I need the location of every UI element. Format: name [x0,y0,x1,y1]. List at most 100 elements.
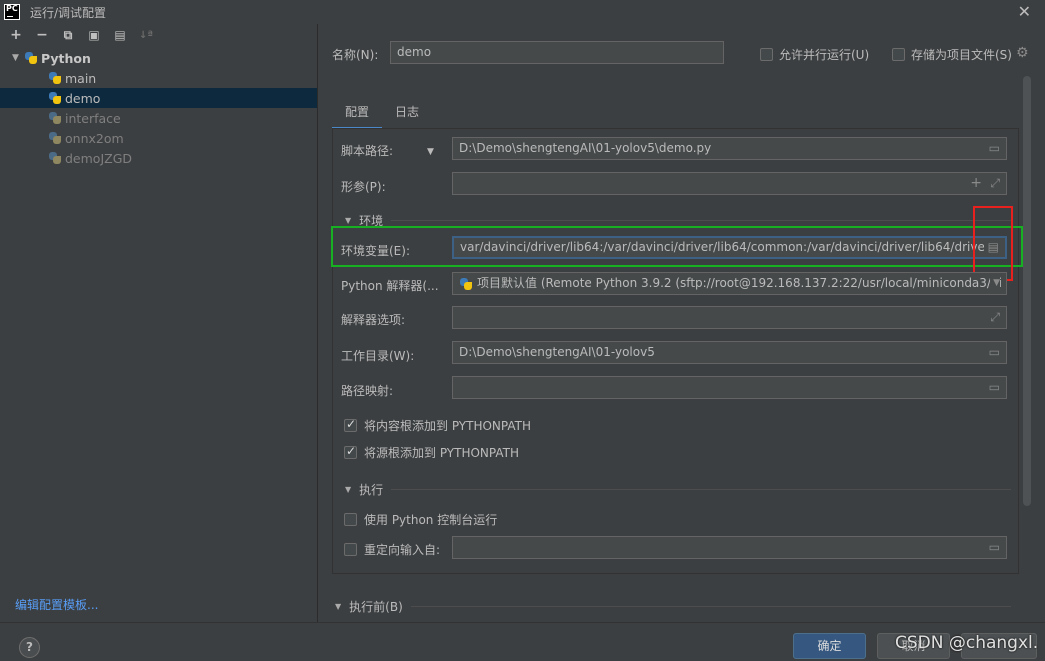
exec-section-header[interactable]: ▼ 执行 [345,481,1012,498]
config-toolbar: + − ⧉ ▣ ▤ ↓ª [0,24,317,46]
tree-item-label: main [65,70,97,86]
folder-icon[interactable]: ▤ [112,27,128,43]
add-icon[interactable]: + [8,27,24,43]
sort-icon[interactable]: ↓ª [138,27,154,43]
chevron-down-icon[interactable]: ▼ [990,273,1000,294]
chevron-down-icon[interactable]: ▼ [12,53,24,63]
tree-item-demo[interactable]: demo [0,88,317,108]
tree-item-main[interactable]: main [0,68,317,88]
close-icon[interactable]: ✕ [1018,0,1031,24]
config-tree: ▼ Python main demo interface onnx2om dem… [0,48,317,168]
folder-icon[interactable]: ▭ [989,537,1000,558]
edit-templates-link[interactable]: 编辑配置模板... [15,596,98,613]
add-content-roots-checkbox[interactable] [344,417,357,432]
name-input[interactable]: demo [390,41,724,64]
tree-item-label: Python [41,50,91,66]
python-icon [48,151,62,165]
window-title: 运行/调试配置 [30,5,107,20]
tree-item-interface[interactable]: interface [0,108,317,128]
tab-log[interactable]: 日志 [382,102,432,130]
python-icon [48,91,62,105]
chevron-down-icon[interactable]: ▼ [345,485,351,494]
tree-item-label: onnx2om [65,130,124,146]
tree-item-onnx2om[interactable]: onnx2om [0,128,317,148]
interpreter-value: 项目默认值 (Remote Python 3.9.2 (sftp://root@… [477,276,1002,290]
title-bar: PC 运行/调试配置 ✕ [0,0,1045,24]
highlight-red-box [973,206,1013,281]
config-form-panel: 名称(N): demo 允许并行运行(U) 存储为项目文件(S) ⚙ 配置 日志… [319,24,1045,622]
add-source-roots-option[interactable]: 将源根添加到 PYTHONPATH [344,444,519,461]
before-launch-label: 执行前(B) [349,600,403,614]
scrollbar[interactable] [1023,76,1031,506]
tree-item-python[interactable]: ▼ Python [0,48,317,68]
interpreter-select[interactable]: 项目默认值 (Remote Python 3.9.2 (sftp://root@… [452,272,1007,295]
expand-icon[interactable]: ⤢ [990,307,1000,328]
copy-icon[interactable]: ⧉ [60,27,76,43]
python-icon [459,277,473,291]
divider [391,489,1012,490]
interpreter-label: Python 解释器(... [341,279,439,293]
watermark: CSDN @changxl. [895,633,1039,653]
script-path-field[interactable]: D:\Demo\shengtengAI\01-yolov5\demo.py ▭ [452,137,1007,160]
store-project-option[interactable]: 存储为项目文件(S) [892,46,1012,63]
interp-options-label: 解释器选项: [341,313,406,327]
path-mapping-field[interactable]: ▭ [452,376,1007,399]
params-field[interactable]: + ⤢ [452,172,1007,195]
highlight-green-box [331,226,1023,267]
remove-icon[interactable]: − [34,27,50,43]
help-button[interactable]: ? [19,637,40,658]
redirect-input-option[interactable]: 重定向输入自: [344,541,440,558]
allow-parallel-checkbox[interactable] [760,48,773,61]
add-content-roots-option[interactable]: 将内容根添加到 PYTHONPATH [344,417,531,434]
divider [410,606,1011,607]
workdir-field[interactable]: D:\Demo\shengtengAI\01-yolov5 ▭ [452,341,1007,364]
store-project-label: 存储为项目文件(S) [911,48,1012,62]
python-icon [24,51,38,65]
dialog-footer: ? 确定 取消 CSDN @changxl. [0,622,1045,661]
config-list-panel: + − ⧉ ▣ ▤ ↓ª ▼ Python main demo interfac… [0,24,318,622]
save-icon[interactable]: ▣ [86,27,102,43]
expand-icon[interactable]: ⤢ [990,173,1000,194]
tree-item-demojzgd[interactable]: demoJZGD [0,148,317,168]
chevron-down-icon[interactable]: ▼ [427,147,434,157]
python-icon [48,71,62,85]
use-console-option[interactable]: 使用 Python 控制台运行 [344,511,497,528]
add-source-roots-checkbox[interactable] [344,444,357,459]
ok-button[interactable]: 确定 [793,633,866,659]
interp-options-field[interactable]: ⤢ [452,306,1007,329]
folder-icon[interactable]: ▭ [989,138,1000,159]
add-content-roots-label: 将内容根添加到 PYTHONPATH [364,419,531,433]
name-label: 名称(N): [332,48,379,62]
add-source-roots-label: 将源根添加到 PYTHONPATH [364,446,519,460]
store-project-checkbox[interactable] [892,48,905,61]
divider [391,220,1012,221]
tab-config[interactable]: 配置 [332,102,383,130]
chevron-down-icon[interactable]: ▼ [345,216,351,225]
folder-icon[interactable]: ▭ [989,342,1000,363]
folder-icon[interactable]: ▭ [989,377,1000,398]
workdir-label: 工作目录(W): [341,349,415,363]
pycharm-icon: PC [4,4,20,20]
tree-item-label: interface [65,110,121,126]
redirect-input-field[interactable]: ▭ [452,536,1007,559]
allow-parallel-option[interactable]: 允许并行运行(U) [760,46,869,63]
exec-section-label: 执行 [359,483,384,497]
gear-icon[interactable]: ⚙ [1016,45,1029,61]
use-console-checkbox[interactable] [344,513,357,526]
params-label: 形参(P): [341,180,386,194]
add-icon[interactable]: + [970,173,982,194]
allow-parallel-label: 允许并行运行(U) [779,48,870,62]
python-icon [48,131,62,145]
script-path-label: 脚本路径: [341,144,394,158]
redirect-input-label: 重定向输入自: [364,543,441,557]
config-tabs: 配置 日志 [332,102,432,130]
redirect-input-checkbox[interactable] [344,543,357,556]
tree-item-label: demoJZGD [65,150,133,166]
before-launch-section-header[interactable]: ▼ 执行前(B) [335,598,1011,615]
chevron-down-icon[interactable]: ▼ [335,602,341,611]
workdir-value: D:\Demo\shengtengAI\01-yolov5 [459,345,655,359]
script-path-value: D:\Demo\shengtengAI\01-yolov5\demo.py [459,141,712,155]
use-console-label: 使用 Python 控制台运行 [364,513,498,527]
python-icon [48,111,62,125]
path-mapping-label: 路径映射: [341,384,394,398]
